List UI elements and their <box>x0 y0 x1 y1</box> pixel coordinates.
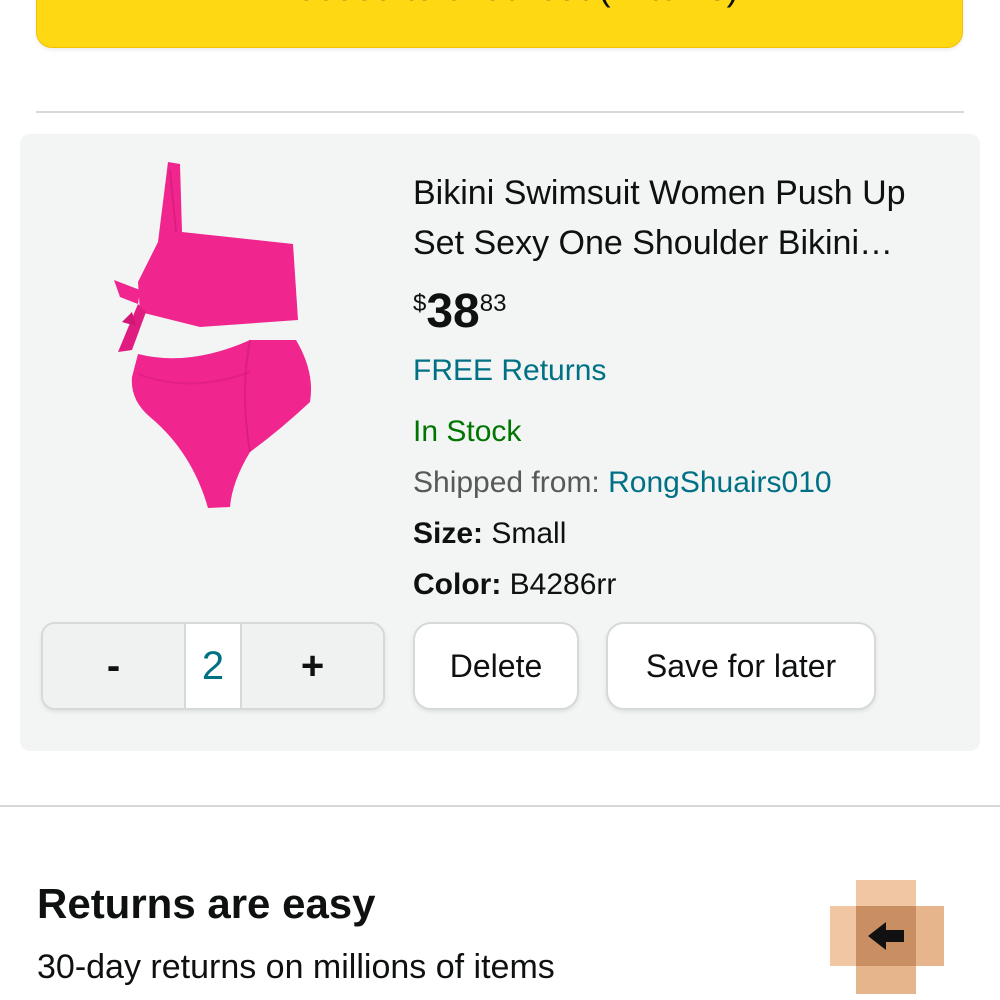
returns-subtext: 30-day returns on millions of items <box>37 948 555 986</box>
return-box-icon <box>830 880 944 994</box>
stock-status: In Stock <box>413 415 522 448</box>
price-fraction: 83 <box>479 290 507 317</box>
size-label: Size: <box>413 517 484 550</box>
section-divider <box>36 111 964 113</box>
price-whole: 38 <box>426 285 480 338</box>
size-value: Small <box>491 517 567 550</box>
save-for-later-button[interactable]: Save for later <box>606 622 876 710</box>
quantity-stepper: - 2 + <box>41 622 385 710</box>
free-returns-link[interactable]: FREE Returns <box>413 354 606 388</box>
section-divider <box>0 805 1000 807</box>
product-price: $ 38 83 <box>413 284 506 340</box>
product-title[interactable]: Bikini Swimsuit Women Push Up Set Sexy O… <box>413 168 958 268</box>
color-label: Color: <box>413 568 502 601</box>
seller-link[interactable]: RongShuairs010 <box>608 466 832 499</box>
decrease-quantity-button[interactable]: - <box>43 624 184 708</box>
quantity-value[interactable]: 2 <box>184 624 242 708</box>
shipped-from: Shipped from: RongShuairs010 <box>413 466 832 500</box>
increase-quantity-button[interactable]: + <box>242 624 383 708</box>
cart-item-card: Bikini Swimsuit Women Push Up Set Sexy O… <box>20 134 980 751</box>
color-value: B4286rr <box>509 568 617 601</box>
shipped-from-label: Shipped from: <box>413 466 609 499</box>
price-currency: $ <box>413 290 427 317</box>
size-spec: Size: Small <box>413 517 566 551</box>
returns-heading: Returns are easy <box>37 880 376 927</box>
proceed-to-checkout-button[interactable]: Proceed to checkout (2 items) <box>36 0 963 48</box>
product-image[interactable] <box>110 162 340 517</box>
delete-button[interactable]: Delete <box>413 622 579 710</box>
color-spec: Color: B4286rr <box>413 568 616 602</box>
